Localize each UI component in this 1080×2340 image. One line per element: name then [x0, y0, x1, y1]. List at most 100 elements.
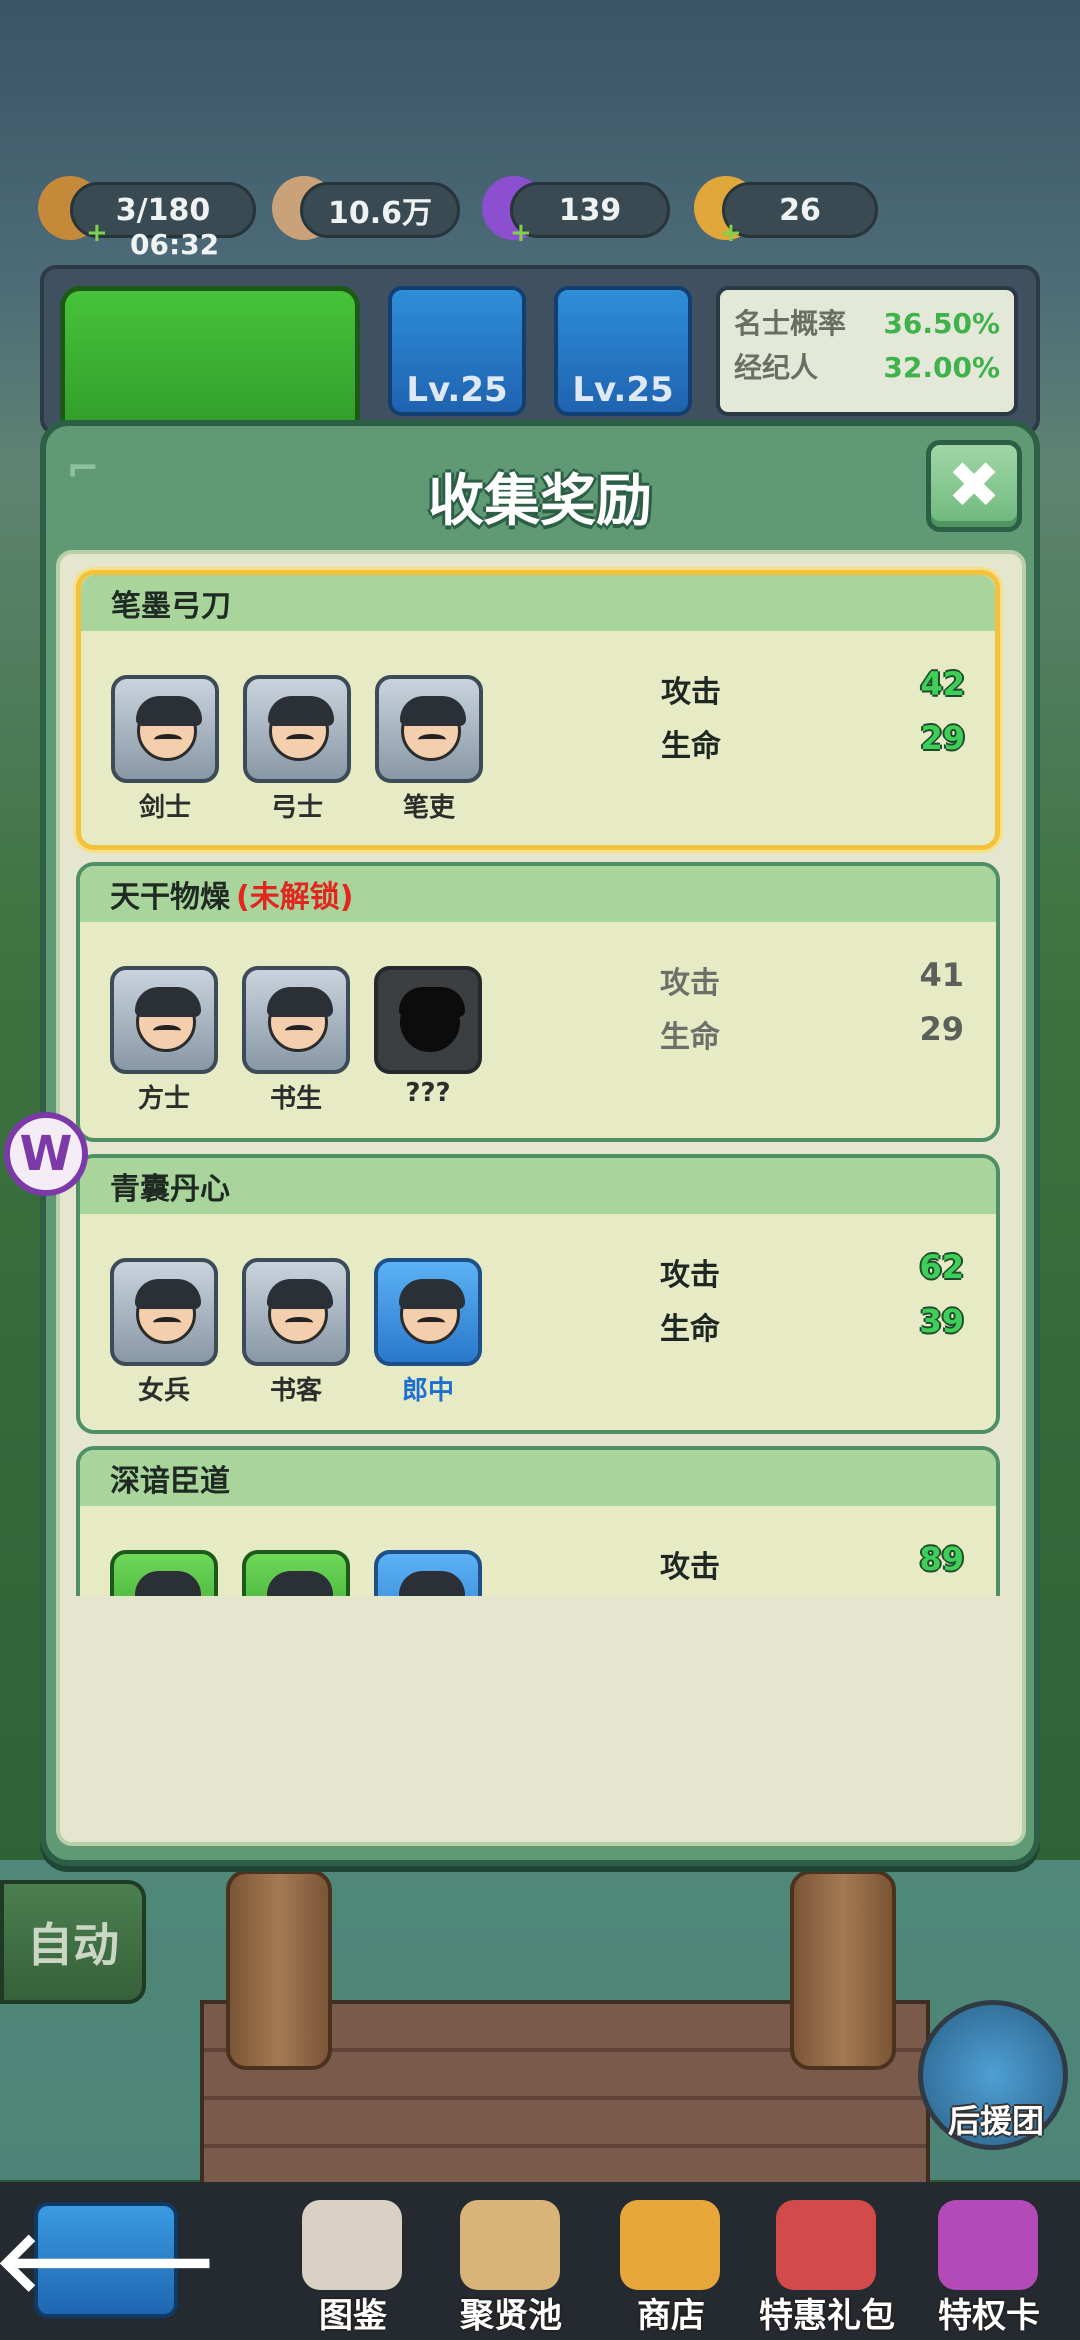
- attack-value: 89: [919, 1540, 964, 1578]
- life-label: 生命: [660, 1312, 720, 1347]
- card-title: 深谙臣道: [110, 1464, 230, 1499]
- hero-avatar[interactable]: [242, 1550, 350, 1596]
- auto-button[interactable]: 自动: [0, 1880, 146, 2004]
- stat-value: 32.00%: [883, 351, 1000, 384]
- modal-title: 收集奖励: [428, 469, 652, 534]
- hero-face-icon: [267, 1279, 333, 1344]
- nav-label: 商店: [637, 2296, 705, 2336]
- hero-avatar[interactable]: [375, 675, 483, 783]
- hero-name: 书客: [269, 1376, 322, 1406]
- rope-slot[interactable]: Lv.25: [388, 286, 526, 416]
- life-value: 39: [919, 1302, 964, 1340]
- hero-name: 方士: [137, 1084, 190, 1114]
- nav-item-shop[interactable]: 商店: [596, 2200, 746, 2340]
- bait-level: Lv.25: [572, 370, 674, 410]
- card-header: 天干物燥 (未解锁): [80, 866, 996, 922]
- hero-avatar[interactable]: [374, 1550, 482, 1596]
- nav-item-privilege-card[interactable]: 特权卡: [914, 2200, 1064, 2340]
- locked-tag: (未解锁): [236, 880, 354, 915]
- hero-name: 郎中: [401, 1376, 454, 1406]
- stat-label: 名士概率: [734, 307, 847, 340]
- hero-face-icon: [135, 987, 201, 1052]
- tickets-value: 26: [722, 182, 878, 238]
- hero-avatar[interactable]: [110, 1550, 218, 1596]
- collection-list[interactable]: 笔墨弓刀 剑士 弓士 笔吏 攻击 42 生命 29 天干物燥 (未解锁) 方士 书…: [56, 550, 1026, 1596]
- hero-avatar[interactable]: [242, 1258, 350, 1366]
- close-button[interactable]: ✖: [926, 440, 1022, 532]
- nav-label: 特权卡: [938, 2296, 1040, 2336]
- gems-value: 139: [510, 182, 670, 238]
- life-value: 29: [919, 1010, 964, 1048]
- dock-post: [226, 1870, 332, 2070]
- hero-avatar[interactable]: [242, 966, 350, 1074]
- backup-label: 后援团: [947, 2102, 1044, 2140]
- card-title: 笔墨弓刀: [111, 589, 231, 624]
- shop-icon: [620, 2200, 720, 2290]
- hero-name: 笔吏: [402, 793, 455, 823]
- book-icon: [302, 2200, 402, 2290]
- back-arrow-icon: 🡐: [0, 2211, 219, 2310]
- collection-card[interactable]: 深谙臣道 攻击 89: [76, 1446, 1000, 1596]
- nav-item-handbook[interactable]: 图鉴: [278, 2200, 428, 2340]
- hero-name: ???: [405, 1078, 451, 1108]
- floating-logo-icon[interactable]: W: [4, 1112, 88, 1196]
- stamina-timer: 06:32: [130, 228, 220, 261]
- card-title: 青囊丹心: [110, 1172, 230, 1207]
- life-label: 生命: [661, 729, 721, 764]
- hero-name: 弓士: [270, 793, 323, 823]
- card-header: 笔墨弓刀: [81, 575, 995, 631]
- hero-face-icon: [267, 987, 333, 1052]
- attack-label: 攻击: [660, 966, 720, 1001]
- stat-value: 36.50%: [883, 307, 1000, 340]
- add-gems-icon[interactable]: +: [510, 220, 532, 246]
- dock-post: [790, 1870, 896, 2070]
- attack-value: 42: [920, 665, 965, 703]
- add-stamina-icon[interactable]: +: [86, 220, 108, 246]
- collection-card[interactable]: 青囊丹心 女兵 书客 郎中 攻击 62 生命 39: [76, 1154, 1000, 1434]
- life-value: 29: [920, 719, 965, 757]
- gift-icon: [776, 2200, 876, 2290]
- attack-label: 攻击: [661, 675, 721, 710]
- attack-value: 41: [919, 956, 964, 994]
- close-icon: ✖: [947, 449, 1001, 523]
- hero-avatar[interactable]: [374, 1258, 482, 1366]
- hero-face-icon: [400, 696, 466, 761]
- collection-card[interactable]: 笔墨弓刀 剑士 弓士 笔吏 攻击 42 生命 29: [76, 570, 1000, 850]
- hero-face-icon: [136, 696, 202, 761]
- hero-face-icon: [399, 1571, 465, 1596]
- hero-face-icon: [267, 1571, 333, 1596]
- hero-name: 书生: [269, 1084, 322, 1114]
- card-header: 青囊丹心: [80, 1158, 996, 1214]
- card-header: 深谙臣道: [80, 1450, 996, 1506]
- attack-label: 攻击: [660, 1258, 720, 1293]
- hero-avatar[interactable]: [111, 675, 219, 783]
- card-icon: [938, 2200, 1038, 2290]
- hero-face-icon: [135, 1279, 201, 1344]
- nav-label: 聚贤池: [460, 2296, 562, 2336]
- bait-slot[interactable]: Lv.25: [554, 286, 692, 416]
- coins-value: 10.6万: [300, 182, 460, 238]
- hero-face-icon: [268, 696, 334, 761]
- unknown-hero-avatar[interactable]: [374, 966, 482, 1074]
- silhouette-icon: [399, 987, 465, 1052]
- nav-item-recruit[interactable]: 聚贤池: [436, 2200, 586, 2340]
- hero-name: 女兵: [137, 1376, 190, 1406]
- rope-level: Lv.25: [406, 370, 508, 410]
- probability-box: 名士概率 36.50% 经纪人 32.00%: [716, 286, 1018, 416]
- attack-value: 62: [919, 1248, 964, 1286]
- hero-name: 剑士: [138, 793, 191, 823]
- collection-card[interactable]: 天干物燥 (未解锁) 方士 书生 ??? 攻击 41 生命 29: [76, 862, 1000, 1142]
- nav-item-gift-pack[interactable]: 特惠礼包: [752, 2200, 902, 2340]
- map-icon: [460, 2200, 560, 2290]
- hero-avatar[interactable]: [110, 1258, 218, 1366]
- back-button[interactable]: 🡐: [0, 2202, 219, 2318]
- nav-label: 特惠礼包: [759, 2296, 895, 2336]
- hero-avatar[interactable]: [243, 675, 351, 783]
- hero-avatar[interactable]: [110, 966, 218, 1074]
- card-title: 天干物燥: [110, 880, 230, 915]
- life-label: 生命: [660, 1020, 720, 1055]
- attack-label: 攻击: [660, 1550, 720, 1585]
- add-tickets-icon[interactable]: +: [720, 220, 742, 246]
- stat-label: 经纪人: [734, 351, 819, 384]
- nav-label: 图鉴: [319, 2296, 387, 2336]
